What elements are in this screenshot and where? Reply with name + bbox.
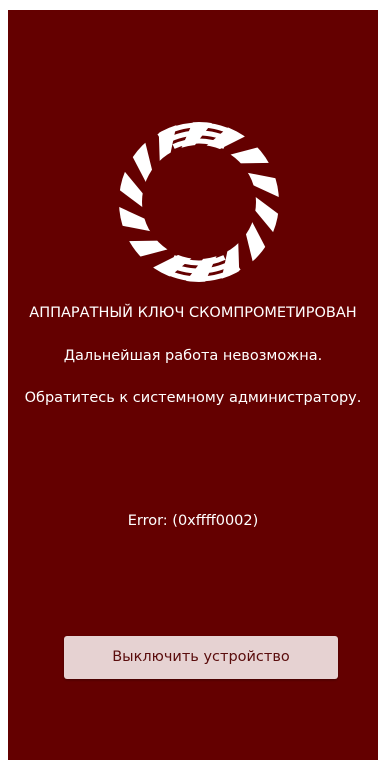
compromised-key-title: АППАРАТНЫЙ КЛЮЧ СКОМПРОМЕТИРОВАН [29,305,357,321]
striped-ring-logo-icon [118,121,280,283]
power-off-button[interactable]: Выключить устройство [64,636,338,679]
error-code-text: Error: (0xffff0002) [127,513,259,529]
contact-admin-text: Обратитесь к системному администратору. [24,390,362,406]
work-impossible-text: Дальнейшая работа невозможна. [63,348,323,364]
lock-screen: АППАРАТНЫЙ КЛЮЧ СКОМПРОМЕТИРОВАН Дальней… [8,10,378,760]
